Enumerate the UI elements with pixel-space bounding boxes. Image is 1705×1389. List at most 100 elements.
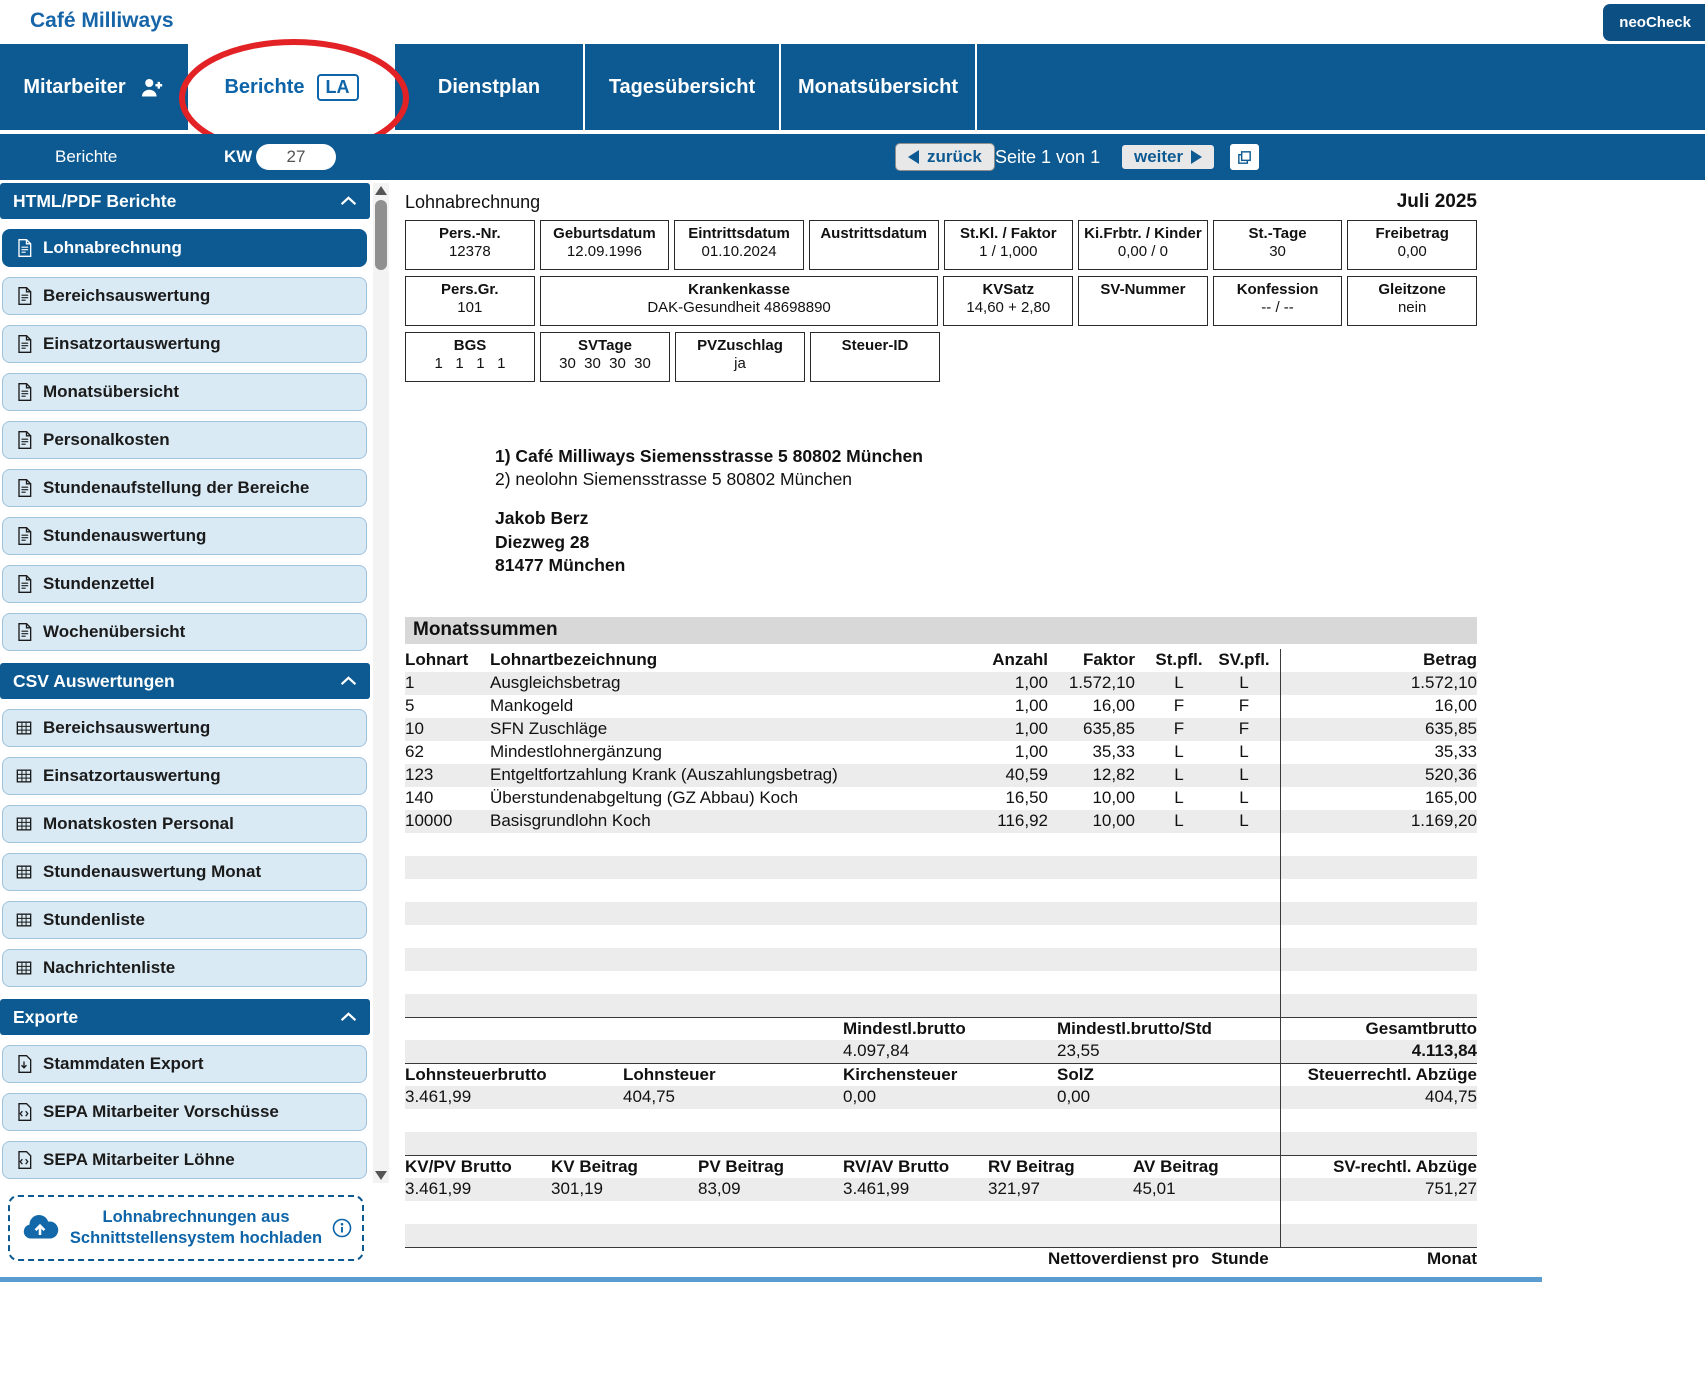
cell: 1,00 — [968, 742, 1063, 762]
info-box-pers-gr: Pers.Gr. 101 — [405, 276, 535, 326]
sidebar-item-lohnabrechnung[interactable]: Lohnabrechnung — [2, 229, 367, 267]
cell: L — [1208, 742, 1280, 762]
sidebar-item-monatsuebersicht[interactable]: Monatsübersicht — [2, 373, 367, 411]
sidebar-item-personalkosten[interactable]: Personalkosten — [2, 421, 367, 459]
csv-table-icon — [14, 910, 34, 930]
cell: 35,33 — [1280, 742, 1477, 762]
bottom-scrollbar[interactable] — [0, 1277, 1542, 1282]
cell: KV/PV Brutto — [405, 1157, 551, 1177]
box-label: Pers.Gr. — [441, 281, 499, 298]
kw-input[interactable] — [256, 144, 336, 170]
sidebar-item-stundenauswertung[interactable]: Stundenauswertung — [2, 517, 367, 555]
employee-street: Diezweg 28 — [495, 531, 1477, 555]
box-label: BGS — [454, 337, 487, 354]
tab-label: Tagesübersicht — [609, 76, 755, 99]
report-period: Juli 2025 — [1397, 191, 1477, 213]
print-report-button[interactable] — [1228, 142, 1261, 172]
sidebar-item-sepa-mitarbeiter-vorschuesse[interactable]: SEPA Mitarbeiter Vorschüsse — [2, 1093, 367, 1131]
cell: AV Beitrag — [1133, 1157, 1278, 1177]
sidebar-item-stammdaten-export[interactable]: Stammdaten Export — [2, 1045, 367, 1083]
cell: Mankogeld — [490, 696, 968, 716]
sidebar-item-csv-einsatzortauswertung[interactable]: Einsatzortauswertung — [2, 757, 367, 795]
cell: 116,92 — [968, 811, 1063, 831]
payroll-report: Lohnabrechnung Juli 2025 Pers.-Nr. 12378… — [405, 190, 1477, 1270]
sidebar-item-wochenuebersicht[interactable]: Wochenübersicht — [2, 613, 367, 651]
info-box-geburtsdatum: Geburtsdatum 12.09.1996 — [540, 220, 670, 270]
box-value: 12378 — [449, 243, 491, 260]
sidebar-item-monatskosten-personal[interactable]: Monatskosten Personal — [2, 805, 367, 843]
empty-row — [405, 1109, 1477, 1132]
cell: Lohnsteuer — [623, 1065, 843, 1085]
sidebar-item-bereichsauswertung[interactable]: Bereichsauswertung — [2, 277, 367, 315]
info-box-konfession: Konfession -- / -- — [1213, 276, 1343, 326]
scroll-down-icon[interactable] — [375, 1171, 387, 1180]
neocheck-button[interactable]: neoCheck — [1603, 4, 1705, 41]
info-box-krankenkasse: Krankenkasse DAK-Gesundheit 48698890 — [540, 276, 939, 326]
info-box-sv-nummer: SV-Nummer — [1078, 276, 1208, 326]
box-label: SV-Nummer — [1100, 281, 1185, 298]
box-label: Austrittsdatum — [820, 225, 927, 242]
cell: 4.113,84 — [1278, 1041, 1477, 1061]
sidebar-item-csv-bereichsauswertung[interactable]: Bereichsauswertung — [2, 709, 367, 747]
cell: 1,00 — [968, 696, 1063, 716]
csv-table-icon — [14, 766, 34, 786]
section-header-html-pdf-berichte[interactable]: HTML/PDF Berichte — [0, 183, 370, 219]
chevron-up-icon — [340, 196, 357, 206]
box-value: 01.10.2024 — [702, 243, 777, 260]
table-row: 5 Mankogeld 1,00 16,00 F F 16,00 — [405, 695, 1477, 718]
next-button[interactable]: weiter — [1120, 143, 1216, 171]
col-header-betrag: Betrag — [1280, 650, 1477, 670]
cell: L — [1150, 742, 1208, 762]
back-button[interactable]: zurück — [895, 143, 995, 171]
section-title: Exporte — [13, 1007, 78, 1028]
tab-monatsuebersicht[interactable]: Monatsübersicht — [781, 44, 977, 130]
table-row: 123 Entgeltfortzahlung Krank (Auszahlung… — [405, 764, 1477, 787]
betrag-column-divider — [1280, 649, 1281, 1247]
sidebar-item-stundenauswertung-monat[interactable]: Stundenauswertung Monat — [2, 853, 367, 891]
empty-row — [405, 1224, 1477, 1247]
page-indicator: Seite 1 von 1 — [995, 134, 1100, 180]
sidebar-item-label: Einsatzortauswertung — [43, 334, 221, 354]
tab-berichte[interactable]: Berichte LA — [190, 44, 395, 130]
sidebar-item-stundenliste[interactable]: Stundenliste — [2, 901, 367, 939]
cell: SFN Zuschläge — [490, 719, 968, 739]
employee-name: Jakob Berz — [495, 507, 1477, 531]
cell: 16,50 — [968, 788, 1063, 808]
section-header-csv-auswertungen[interactable]: CSV Auswertungen — [0, 663, 370, 699]
sidebar-item-label: Stundenauswertung — [43, 526, 206, 546]
tab-tagesuebersicht[interactable]: Tagesübersicht — [585, 44, 781, 130]
sidebar-item-stundenaufstellung-der-bereiche[interactable]: Stundenaufstellung der Bereiche — [2, 469, 367, 507]
cell: L — [1150, 811, 1208, 831]
cell: 45,01 — [1133, 1179, 1278, 1199]
sidebar-item-label: Lohnabrechnung — [43, 238, 182, 258]
sidebar-item-sepa-mitarbeiter-loehne[interactable]: SEPA Mitarbeiter Löhne — [2, 1141, 367, 1179]
netto-unit-hour: Stunde — [1211, 1249, 1269, 1269]
sidebar-item-stundenzettel[interactable]: Stundenzettel — [2, 565, 367, 603]
scrollbar-thumb[interactable] — [375, 200, 387, 270]
cell: KV Beitrag — [551, 1157, 698, 1177]
box-label: Gleitzone — [1378, 281, 1446, 298]
kw-label: KW — [224, 134, 252, 180]
scroll-up-icon[interactable] — [375, 186, 387, 195]
section-header-exporte[interactable]: Exporte — [0, 999, 370, 1035]
report-toolbar: Berichte KW zurück Seite 1 von 1 weiter — [0, 134, 1705, 180]
empty-row — [405, 856, 1477, 879]
cell: F — [1150, 696, 1208, 716]
cell: 123 — [405, 765, 490, 785]
info-box-steuer-id: Steuer-ID — [810, 332, 940, 382]
box-label: Eintrittsdatum — [688, 225, 790, 242]
tab-mitarbeiter[interactable]: Mitarbeiter — [0, 44, 190, 130]
info-icon[interactable] — [332, 1218, 352, 1238]
sidebar-scrollbar[interactable] — [373, 183, 389, 1183]
sidebar-item-einsatzortauswertung[interactable]: Einsatzortauswertung — [2, 325, 367, 363]
html-doc-icon — [14, 430, 34, 450]
box-value: 1 1 1 1 — [435, 355, 506, 372]
upload-payroll-button[interactable]: Lohnabrechnungen aus Schnittstellensyste… — [8, 1195, 364, 1261]
box-value: ja — [734, 355, 746, 372]
tab-dienstplan[interactable]: Dienstplan — [395, 44, 585, 130]
xml-doc-icon — [14, 1102, 34, 1122]
sidebar-item-nachrichtenliste[interactable]: Nachrichtenliste — [2, 949, 367, 987]
cell: SolZ — [1057, 1065, 1278, 1085]
employee-city: 81477 München — [495, 554, 1477, 578]
employer-line-2: 2) neolohn Siemensstrasse 5 80802 Münche… — [495, 468, 1477, 491]
